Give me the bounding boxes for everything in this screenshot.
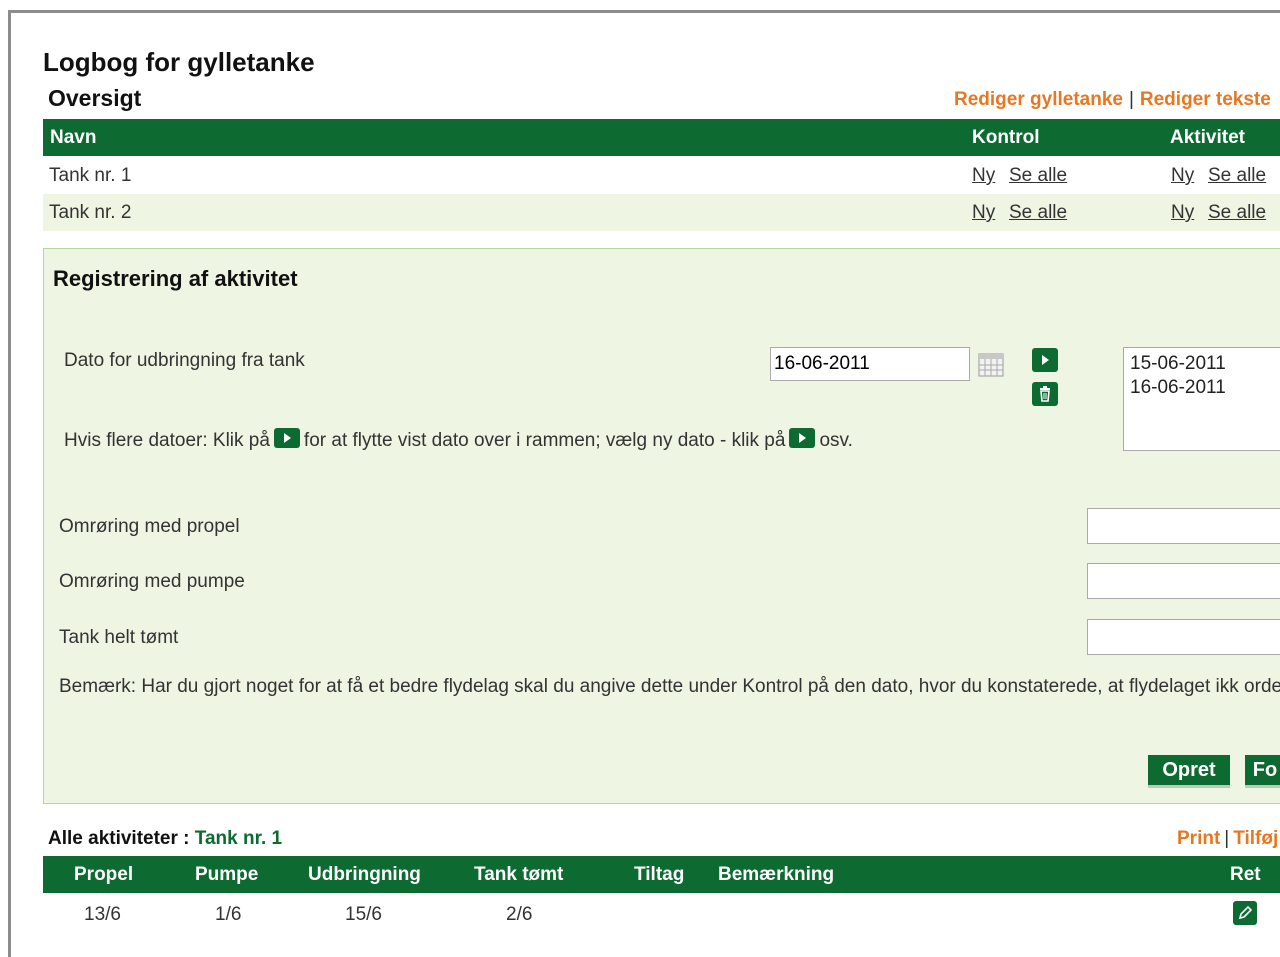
cell-pump: 1/6: [215, 904, 242, 925]
activities-table-header: Propel Pumpe Udbringning Tank tømt Tilta…: [43, 856, 1280, 893]
page-title: Logbog for gylletanke: [43, 47, 315, 77]
multi-date-hint: Hvis flere datoer: Klik på for at flytte …: [64, 428, 853, 452]
col-name: Navn: [50, 127, 97, 148]
control-new-link[interactable]: Ny: [972, 202, 995, 224]
pump-input[interactable]: [1087, 563, 1280, 599]
cell-tank-emptied: 2/6: [506, 904, 533, 925]
edit-tanks-link[interactable]: Rediger gylletanke: [954, 89, 1123, 110]
overview-table-header: Navn Kontrol Aktivitet: [43, 119, 1280, 156]
activity-see-all-link[interactable]: Se alle: [1208, 202, 1266, 224]
col-edit: Ret: [1230, 864, 1261, 885]
control-new-link[interactable]: Ny: [972, 165, 995, 187]
overview-links: Rediger gylletanke | Rediger tekste: [954, 89, 1271, 111]
propel-input[interactable]: [1087, 508, 1280, 544]
edit-row-button[interactable]: [1233, 901, 1257, 925]
calendar-icon[interactable]: [978, 353, 1004, 377]
create-button[interactable]: Opret: [1148, 755, 1230, 788]
col-measure: Tiltag: [634, 864, 685, 885]
date-label: Dato for udbringning fra tank: [64, 350, 305, 371]
table-row: Tank nr. 1 Ny Se alle Ny Se alle: [43, 157, 1280, 194]
activities-links: Print | Tilføj: [1177, 828, 1278, 850]
arrow-right-icon: [1042, 355, 1049, 365]
next-button[interactable]: Fo: [1245, 755, 1280, 788]
hint-text: Hvis flere datoer: Klik på: [64, 430, 270, 451]
window-border-top: [8, 10, 1280, 13]
arrow-right-icon: [273, 428, 300, 448]
table-row: Tank nr. 2 Ny Se alle Ny Se alle: [43, 194, 1280, 231]
cell-spread: 15/6: [345, 904, 382, 925]
activities-tank-name: Tank nr. 1: [194, 828, 283, 849]
window-border-left: [8, 10, 11, 957]
activities-label: Alle aktiviteter :: [48, 828, 190, 849]
edit-texts-link[interactable]: Rediger tekste: [1140, 89, 1271, 110]
pump-label: Omrøring med pumpe: [59, 571, 245, 592]
activity-new-link[interactable]: Ny: [1171, 202, 1194, 224]
tank-name: Tank nr. 1: [49, 165, 132, 186]
tank-name: Tank nr. 2: [49, 202, 132, 223]
list-item[interactable]: 16-06-2011: [1130, 376, 1276, 400]
print-link[interactable]: Print: [1177, 828, 1220, 849]
note-text: Bemærk: Har du gjort noget for at få et …: [59, 676, 1280, 697]
col-spread: Udbringning: [308, 864, 421, 885]
propel-label: Omrøring med propel: [59, 516, 240, 537]
col-activity: Aktivitet: [1170, 127, 1245, 148]
hint-text: osv.: [819, 430, 853, 451]
add-date-button[interactable]: [1032, 348, 1058, 372]
activity-new-link[interactable]: Ny: [1171, 165, 1194, 187]
col-tank-emptied: Tank tømt: [474, 864, 564, 885]
delete-date-button[interactable]: [1032, 382, 1058, 406]
tank-emptied-input[interactable]: [1087, 619, 1280, 655]
control-see-all-link[interactable]: Se alle: [1009, 202, 1067, 224]
list-item[interactable]: 15-06-2011: [1130, 352, 1276, 376]
pencil-icon: [1238, 905, 1253, 920]
link-separator: |: [1224, 828, 1230, 849]
registration-title: Registrering af aktivitet: [53, 266, 298, 291]
add-link[interactable]: Tilføj: [1233, 828, 1278, 849]
hint-text: for at flytte vist dato over i rammen; v…: [303, 430, 786, 451]
activities-title: Alle aktiviteter : Tank nr. 1: [48, 828, 282, 850]
arrow-right-icon: [789, 428, 816, 448]
selected-dates-list[interactable]: 15-06-2011 16-06-2011: [1123, 347, 1280, 451]
cell-propel: 13/6: [84, 904, 121, 925]
overview-title: Oversigt: [48, 85, 142, 111]
link-separator: |: [1128, 89, 1134, 110]
control-see-all-link[interactable]: Se alle: [1009, 165, 1067, 187]
col-pump: Pumpe: [195, 864, 259, 885]
trash-icon: [1040, 386, 1050, 402]
col-remark: Bemærkning: [718, 864, 835, 885]
col-propel: Propel: [74, 864, 134, 885]
date-field[interactable]: [770, 347, 970, 381]
activity-see-all-link[interactable]: Se alle: [1208, 165, 1266, 187]
tank-emptied-label: Tank helt tømt: [59, 627, 179, 648]
col-control: Kontrol: [972, 127, 1040, 148]
